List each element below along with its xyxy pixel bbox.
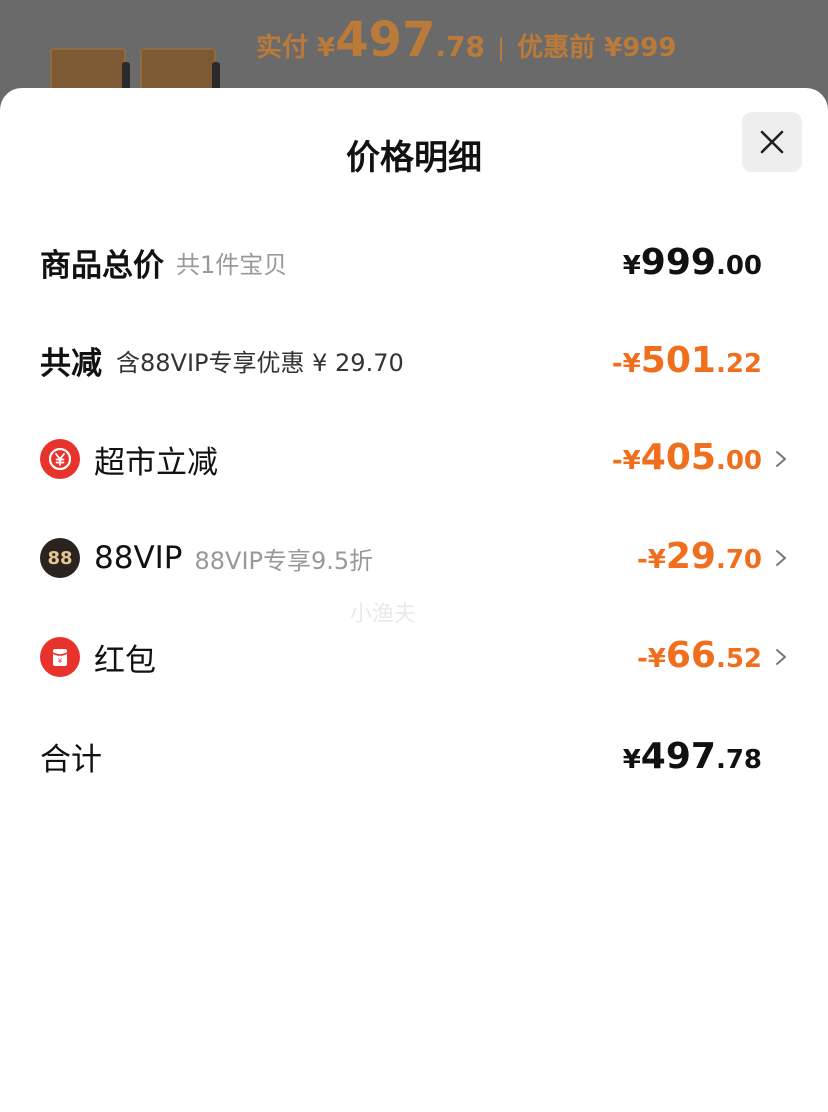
red-packet-row[interactable]: ¥ 红包 -¥ 66 .52 (40, 629, 788, 685)
amount-int: 405 (640, 437, 716, 478)
currency-symbol: -¥ (636, 545, 666, 575)
red-packet-amount: -¥ 66 .52 (637, 635, 762, 676)
amount-int: 999 (640, 241, 716, 283)
discount-total-label: 共减 (40, 345, 102, 382)
red-packet-label: 红包 (94, 642, 156, 679)
total-row: 合计 ¥ 497 .78 (40, 728, 788, 784)
subtotal-amount: ¥ 999 .00 (623, 242, 762, 283)
amount-int: 497 (640, 735, 716, 777)
svg-text:¥: ¥ (58, 657, 63, 665)
discount-total-row: 共减 含88VIP专享优惠 ¥ 29.70 -¥ 501 .22 (40, 332, 788, 388)
amount-dec: .00 (715, 250, 762, 281)
amount-int: 501 (640, 339, 716, 381)
paid-price-bar: 实付 ¥ 497 .78 | 优惠前 ¥999 (256, 12, 676, 72)
discount-total-amount: -¥ 501 .22 (612, 340, 762, 381)
yen-icon (40, 439, 80, 479)
vip-discount-amount: -¥ 29 .70 (637, 536, 762, 577)
watermark: 小渔夫 (350, 602, 417, 627)
paid-dec: .78 (435, 30, 485, 63)
chevron-right-icon (768, 530, 788, 586)
paid-label: 实付 ¥ (256, 33, 336, 63)
total-label: 合计 (40, 741, 102, 778)
close-button[interactable] (742, 112, 802, 172)
supermarket-discount-label: 超市立减 (94, 444, 218, 481)
price-detail-sheet: 价格明细 商品总价 共1件宝贝 ¥ 999 .00 共减 含88VIP专享优惠 … (0, 88, 828, 1112)
amount-dec: .78 (715, 744, 762, 775)
amount-int: 29 (665, 536, 716, 577)
original-price: 优惠前 ¥999 (517, 33, 677, 63)
amount-dec: .52 (715, 644, 762, 674)
close-icon (760, 130, 784, 154)
supermarket-discount-row[interactable]: 超市立减 -¥ 405 .00 (40, 431, 788, 487)
total-amount: ¥ 497 .78 (623, 736, 762, 777)
vip-discount-desc: 88VIP专享9.5折 (194, 546, 374, 575)
item-count: 共1件宝贝 (176, 250, 288, 279)
chevron-right-icon (768, 629, 788, 685)
currency-symbol: ¥ (622, 744, 641, 775)
subtotal-label: 商品总价 (40, 247, 164, 284)
chevron-right-icon (768, 431, 788, 487)
amount-dec: .70 (715, 545, 762, 575)
supermarket-discount-amount: -¥ 405 .00 (612, 437, 762, 478)
vip-discount-row[interactable]: 88 88VIP 88VIP专享9.5折 -¥ 29 .70 (40, 530, 788, 586)
currency-symbol: -¥ (636, 644, 666, 674)
vip-discount-note: 含88VIP专享优惠 ¥ 29.70 (116, 348, 404, 377)
88vip-icon: 88 (40, 538, 80, 578)
vip-label: 88VIP (94, 540, 183, 576)
paid-int: 497 (335, 12, 436, 68)
amount-dec: .00 (715, 446, 762, 476)
red-packet-icon: ¥ (40, 637, 80, 677)
divider: | (496, 34, 506, 62)
subtotal-row: 商品总价 共1件宝贝 ¥ 999 .00 (40, 234, 788, 290)
sheet-title: 价格明细 (346, 138, 482, 178)
currency-symbol: ¥ (622, 250, 641, 281)
amount-int: 66 (665, 635, 716, 676)
currency-symbol: -¥ (611, 446, 641, 476)
currency-symbol: -¥ (611, 348, 641, 379)
amount-dec: .22 (715, 348, 762, 379)
